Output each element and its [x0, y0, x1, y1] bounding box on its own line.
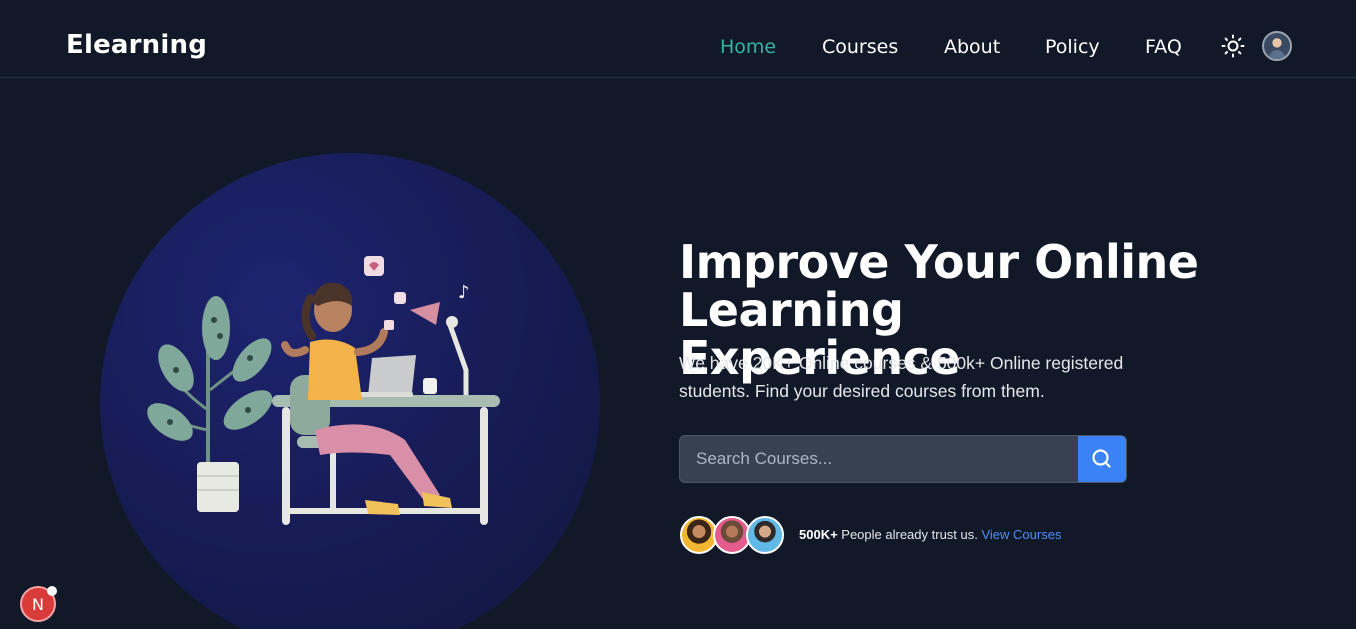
- site-header: Elearning Home Courses About Policy FAQ: [0, 0, 1356, 78]
- nav-faq[interactable]: FAQ: [1145, 36, 1182, 58]
- search-icon: [1092, 449, 1111, 468]
- hero-subtitle: We have 20K+ Online courses & 500k+ Onli…: [679, 353, 1124, 401]
- hero-illustration: ♪: [147, 256, 500, 525]
- nav-policy[interactable]: Policy: [1045, 36, 1100, 58]
- main-nav: Home Courses About Policy FAQ: [0, 36, 1356, 60]
- trusted-people-avatars: [680, 516, 784, 554]
- trust-message: People already trust us.: [837, 527, 982, 542]
- nav-home[interactable]: Home: [720, 36, 776, 58]
- trust-count: 500K+: [799, 527, 838, 542]
- search-input[interactable]: [680, 436, 1080, 482]
- nav-courses[interactable]: Courses: [822, 36, 898, 58]
- course-search-bar: [679, 435, 1127, 483]
- plant-illustration: [147, 296, 273, 512]
- sun-icon[interactable]: [1221, 34, 1245, 58]
- indicator-dot: [47, 586, 57, 596]
- search-button[interactable]: [1078, 436, 1126, 482]
- view-courses-link[interactable]: View Courses: [981, 527, 1061, 542]
- trust-text: 500K+ People already trust us. View Cour…: [799, 527, 1061, 542]
- hero-title-line-1: Improve Your Online: [679, 235, 1199, 289]
- user-avatar[interactable]: [1262, 31, 1292, 61]
- svg-text:♪: ♪: [458, 282, 470, 303]
- nav-about[interactable]: About: [944, 36, 1000, 58]
- avatar: [746, 516, 784, 554]
